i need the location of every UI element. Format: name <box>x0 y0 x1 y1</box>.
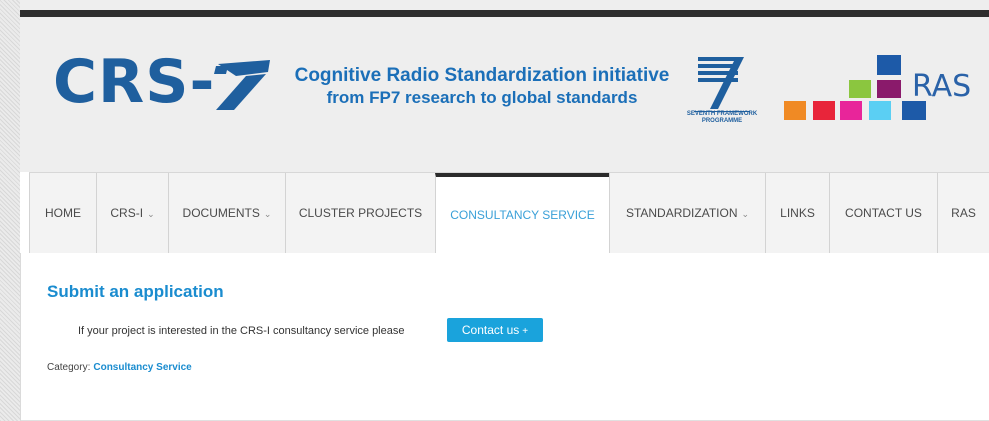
tagline-line-2: from FP7 research to global standards <box>326 88 638 107</box>
nav-item-ras[interactable]: RAS <box>937 173 989 253</box>
fp7-label-line2: PROGRAMME <box>701 118 743 124</box>
nav-label-home: HOME <box>45 206 81 220</box>
nav-item-cluster-projects[interactable]: CLUSTER PROJECTS <box>285 173 435 253</box>
nav-item-consultancy-service[interactable]: CONSULTANCY SERVICE <box>435 173 609 253</box>
chevron-down-icon: ⌄ <box>147 209 155 219</box>
main-content: Submit an application If your project is… <box>20 253 989 421</box>
fp7-label-line1: SEVENTH FRAMEWORK <box>686 111 758 117</box>
ras-square-orange <box>784 101 806 120</box>
site-tagline: Cognitive Radio Standardization initiati… <box>282 65 682 109</box>
intro-paragraph: If your project is interested in the CRS… <box>78 325 405 337</box>
main-navigation: HOME CRS-I ⌄ DOCUMENTS ⌄ CLUSTER PROJECTS … <box>29 172 989 254</box>
nav-label-standardization: STANDARDIZATION <box>625 206 738 220</box>
ras-square-cyan <box>869 101 891 120</box>
contact-us-button[interactable]: Contact us + <box>447 318 543 342</box>
category-label: Category: <box>47 362 91 373</box>
category-link[interactable]: Consultancy Service <box>93 362 191 373</box>
plus-icon: + <box>522 326 529 337</box>
nav-item-home[interactable]: HOME <box>29 173 96 253</box>
nav-label-consultancy-service: CONSULTANCY SERVICE <box>450 208 595 222</box>
crs-logo-text[interactable]: CRS- <box>53 52 215 122</box>
category-line: Category: Consultancy Service <box>47 362 192 373</box>
nav-item-contact-us[interactable]: CONTACT US <box>829 173 937 253</box>
ras-square-pink <box>840 101 862 120</box>
ras-logo-text: RAS <box>912 69 972 104</box>
top-dark-bar <box>20 10 989 17</box>
nav-item-links[interactable]: LINKS <box>765 173 829 253</box>
site-header: CRS- Cognitive Radio Standardization ini… <box>20 0 989 172</box>
nav-label-cluster-projects: CLUSTER PROJECTS <box>298 206 423 220</box>
ras-square-red <box>813 101 835 120</box>
page-title: Submit an application <box>47 282 224 301</box>
ras-square-navy-top <box>877 55 901 75</box>
ras-square-purple <box>877 80 901 98</box>
fp7-logo-label: SEVENTH FRAMEWORK PROGRAMME <box>680 111 764 125</box>
chevron-down-icon: ⌄ <box>741 209 750 219</box>
ras-square-green <box>849 80 871 98</box>
nav-label-contact-us: CONTACT US <box>845 206 922 220</box>
left-texture-strip-lower <box>0 262 18 421</box>
nav-item-standardization[interactable]: STANDARDIZATION ⌄ <box>609 173 765 253</box>
tagline-line-1: Cognitive Radio Standardization initiati… <box>294 65 670 86</box>
contact-us-button-label: Contact us <box>461 323 520 337</box>
crs-logo-mark-icon[interactable] <box>208 56 278 112</box>
nav-item-crs-i[interactable]: CRS-I ⌄ <box>96 173 168 253</box>
nav-label-documents: DOCUMENTS <box>182 206 260 220</box>
nav-label-links: LINKS <box>780 206 815 220</box>
nav-item-documents[interactable]: DOCUMENTS ⌄ <box>168 173 285 253</box>
nav-label-ras: RAS <box>951 206 976 220</box>
nav-label-crs-i: CRS-I <box>110 206 144 220</box>
chevron-down-icon: ⌄ <box>263 209 272 219</box>
